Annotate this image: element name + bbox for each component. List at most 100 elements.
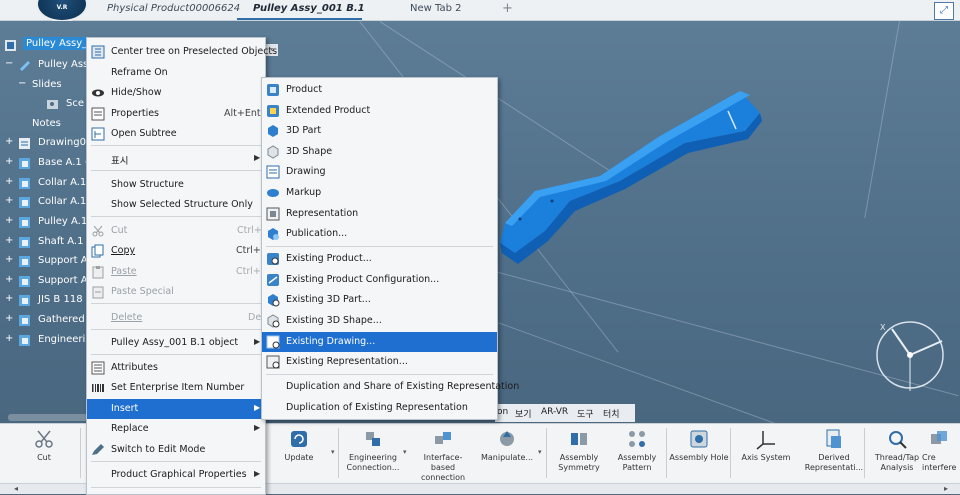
menu-item-show-structure[interactable]: Show Structure bbox=[87, 175, 265, 195]
insert-item-duplication-and-share[interactable]: Duplication and Share of Existing Repres… bbox=[262, 377, 519, 397]
center-tree-icon bbox=[91, 45, 105, 59]
insert-item-product[interactable]: Product bbox=[262, 80, 497, 100]
ribbon-tab-partial[interactable]: on bbox=[497, 407, 508, 417]
compass-icon[interactable]: X bbox=[872, 321, 952, 401]
ribbon-separator bbox=[338, 428, 339, 478]
app-logo[interactable]: V.R bbox=[36, 0, 88, 22]
assembly-symmetry-button[interactable]: Assembly Symmetry bbox=[548, 428, 610, 473]
menu-item-replace[interactable]: Replace ▶ bbox=[87, 419, 265, 439]
menu-item-hide-show[interactable]: Hide/Show bbox=[87, 83, 265, 103]
menu-label: Center tree on Preselected Objects bbox=[111, 46, 278, 57]
assembly-hole-button[interactable]: Assembly Hole bbox=[668, 428, 730, 463]
insert-item-existing-drawing[interactable]: Existing Drawing... bbox=[262, 332, 497, 352]
part-icon bbox=[19, 237, 30, 248]
tab-physical-product[interactable]: Physical Product00006624 bbox=[107, 3, 240, 14]
chevron-down-icon[interactable]: ▾ bbox=[331, 448, 335, 456]
scissors-icon bbox=[35, 430, 53, 448]
menu-label: Existing Product... bbox=[286, 253, 372, 264]
menu-label: Existing 3D Part... bbox=[286, 294, 371, 305]
menu-item-paste-special[interactable]: Paste Special bbox=[87, 282, 265, 302]
update-button[interactable]: Update bbox=[268, 428, 330, 463]
menu-item-enterprise-item-number[interactable]: Set Enterprise Item Number bbox=[87, 378, 265, 398]
menu-label: Paste Special bbox=[111, 286, 174, 297]
menu-item-paste[interactable]: Paste Ctrl+V bbox=[87, 262, 267, 282]
ribbon-tab-tools[interactable]: 도구 bbox=[577, 407, 594, 420]
chevron-down-icon[interactable]: ▾ bbox=[538, 448, 542, 456]
paste-special-icon bbox=[92, 286, 104, 299]
expand-node-icon[interactable]: + bbox=[5, 255, 13, 265]
expand-node-icon[interactable]: + bbox=[5, 216, 13, 226]
expand-node-icon[interactable]: + bbox=[5, 275, 13, 285]
menu-item-cut[interactable]: Cut Ctrl+X bbox=[87, 221, 268, 241]
scroll-right-icon[interactable]: ▸ bbox=[944, 484, 948, 493]
menu-item-insert[interactable]: Insert ▶ bbox=[87, 399, 265, 419]
new-tab-icon[interactable]: + bbox=[502, 1, 513, 16]
expand-node-icon[interactable]: + bbox=[5, 157, 13, 167]
menu-item-copy[interactable]: Copy Ctrl+C bbox=[87, 241, 268, 261]
menu-item-display[interactable]: 표시 ▶ bbox=[87, 149, 265, 169]
insert-item-publication[interactable]: Publication... bbox=[262, 224, 497, 244]
expand-node-icon[interactable]: + bbox=[5, 294, 13, 304]
insert-item-existing-product-configuration[interactable]: Existing Product Configuration... bbox=[262, 270, 497, 290]
insert-item-existing-3d-part[interactable]: Existing 3D Part... bbox=[262, 290, 497, 310]
menu-item-object[interactable]: Pulley Assy_001 B.1 object ▶ bbox=[87, 333, 265, 353]
expand-node-icon[interactable]: + bbox=[5, 196, 13, 206]
thread-tap-analysis-button[interactable]: Thread/Tap Analysis bbox=[866, 428, 928, 473]
ribbon-tab-touch[interactable]: 터치 bbox=[603, 407, 620, 420]
active-tab-indicator bbox=[237, 18, 362, 20]
menu-item-center-tree[interactable]: Center tree on Preselected Objects bbox=[87, 42, 277, 62]
menu-label: Extended Product bbox=[286, 105, 371, 116]
menu-item-reframe-on[interactable]: Reframe On bbox=[87, 63, 265, 83]
menu-item-graphical-properties[interactable]: Product Graphical Properties ▶ bbox=[87, 465, 265, 485]
part-icon bbox=[19, 158, 30, 169]
assembly-symmetry-icon bbox=[571, 433, 587, 445]
insert-item-existing-representation[interactable]: Existing Representation... bbox=[262, 352, 497, 372]
assembly-pattern-button[interactable]: Assembly Pattern bbox=[606, 428, 668, 473]
expand-node-icon[interactable]: + bbox=[5, 314, 13, 324]
insert-item-3d-part[interactable]: 3D Part bbox=[262, 121, 497, 141]
menu-label: Copy bbox=[111, 245, 136, 256]
expand-node-icon[interactable]: + bbox=[5, 137, 13, 147]
insert-item-markup[interactable]: Markup bbox=[262, 183, 497, 203]
chevron-down-icon[interactable]: ▾ bbox=[403, 448, 407, 456]
drawing-icon bbox=[266, 165, 280, 179]
insert-item-3d-shape[interactable]: 3D Shape bbox=[262, 142, 497, 162]
menu-item-open-subtree[interactable]: Open Subtree bbox=[87, 124, 265, 144]
collapse-icon[interactable]: − bbox=[18, 79, 26, 89]
insert-item-existing-product[interactable]: Existing Product... bbox=[262, 249, 497, 269]
menu-item-show-selected-structure[interactable]: Show Selected Structure Only bbox=[87, 195, 265, 215]
submenu-arrow-icon: ▶ bbox=[254, 153, 261, 162]
expand-node-icon[interactable]: + bbox=[5, 334, 13, 344]
menu-label: Open Subtree bbox=[111, 128, 177, 139]
ribbon-tab-view[interactable]: 보기 bbox=[515, 407, 532, 420]
menu-item-attributes[interactable]: Attributes bbox=[87, 358, 265, 378]
collapse-icon[interactable]: − bbox=[5, 59, 13, 69]
axis-system-button[interactable]: Axis System bbox=[735, 428, 797, 463]
insert-item-representation[interactable]: Representation bbox=[262, 204, 497, 224]
tree-scrollbar[interactable] bbox=[8, 414, 88, 421]
scroll-left-icon[interactable]: ◂ bbox=[14, 484, 18, 493]
derived-representation-button[interactable]: Derived Representati... bbox=[803, 428, 865, 473]
insert-item-extended-product[interactable]: Extended Product bbox=[262, 101, 497, 121]
insert-item-duplication[interactable]: Duplication of Existing Representation bbox=[262, 398, 497, 418]
engineering-connection-button[interactable]: Engineering Connection... bbox=[342, 428, 404, 473]
interface-connection-button[interactable]: Interface-based connection bbox=[412, 428, 474, 483]
create-interference-button[interactable]: Cre interfere bbox=[922, 428, 960, 473]
menu-label: Reframe On bbox=[111, 67, 168, 78]
insert-item-drawing[interactable]: Drawing bbox=[262, 162, 497, 182]
insert-item-existing-3d-shape[interactable]: Existing 3D Shape... bbox=[262, 311, 497, 331]
tab-new-tab-2[interactable]: New Tab 2 bbox=[410, 3, 461, 14]
expand-node-icon[interactable]: + bbox=[5, 177, 13, 187]
expand-node-icon[interactable]: + bbox=[5, 236, 13, 246]
ribbon-tab-ar-vr[interactable]: AR-VR bbox=[541, 407, 568, 417]
menu-item-switch-edit-mode[interactable]: Switch to Edit Mode bbox=[87, 440, 265, 460]
ribbon-label: Assembly Symmetry bbox=[558, 453, 600, 472]
menu-item-properties[interactable]: Properties Alt+Enter bbox=[87, 104, 270, 124]
tab-pulley-assy[interactable]: Pulley Assy_001 B.1 bbox=[253, 3, 365, 14]
menu-item-delete[interactable]: Delete Del bbox=[87, 308, 265, 328]
part-icon bbox=[19, 276, 30, 287]
cut-button[interactable]: Cut bbox=[13, 428, 75, 463]
menu-label: Publication... bbox=[286, 228, 348, 239]
expand-icon[interactable]: ⤢ bbox=[934, 2, 954, 20]
manipulate-button[interactable]: Manipulate... bbox=[476, 428, 538, 463]
